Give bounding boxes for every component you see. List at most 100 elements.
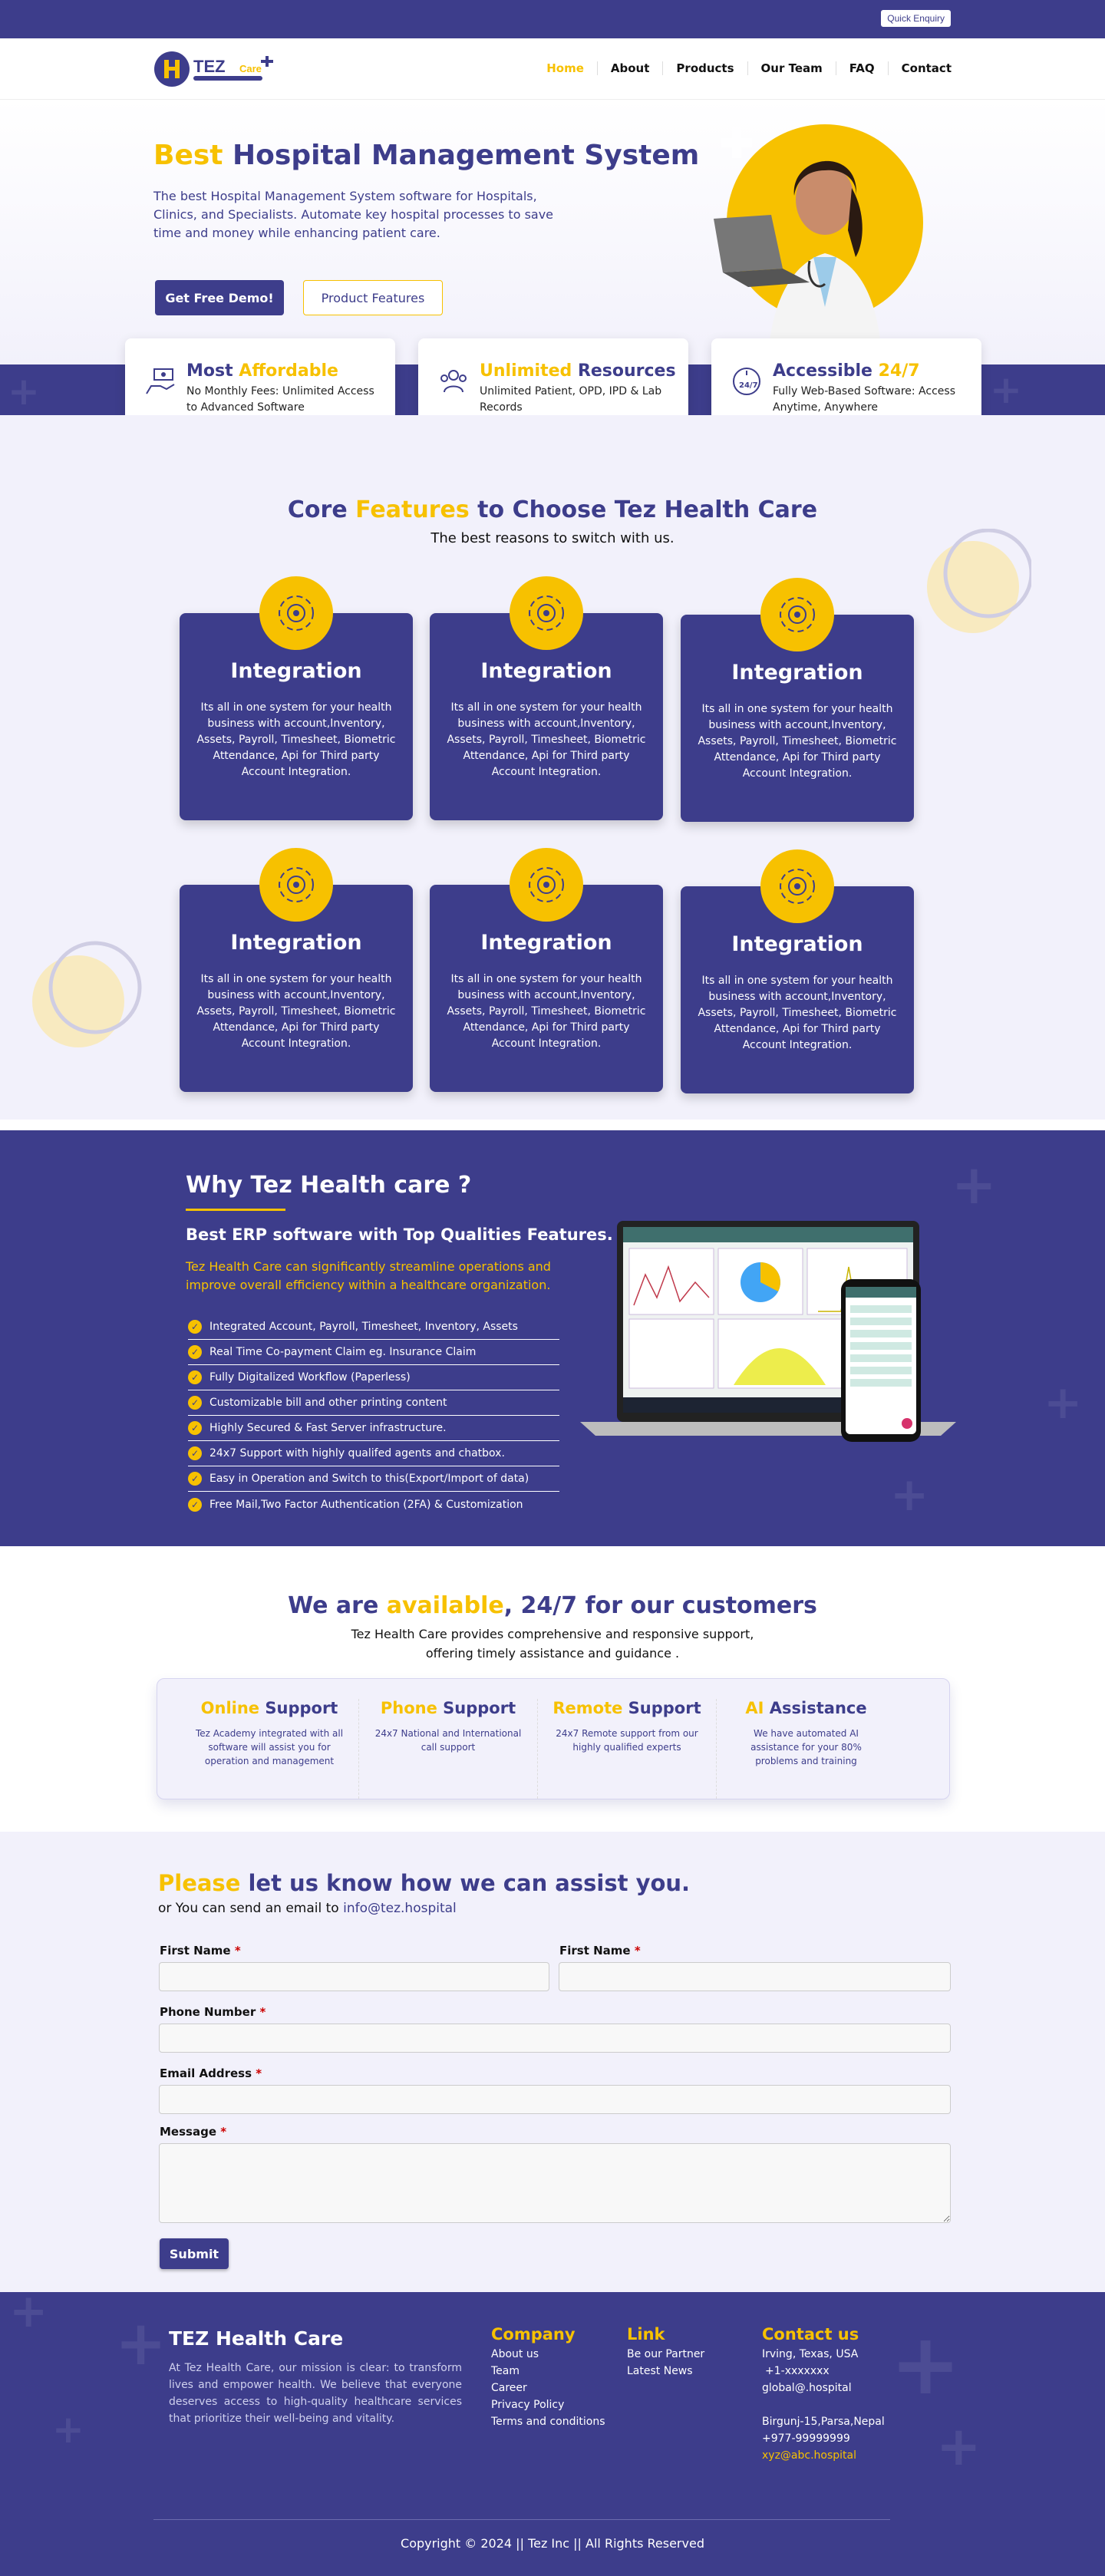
- plus-decoration: +: [9, 2292, 48, 2338]
- label-text: Message: [160, 2125, 216, 2139]
- feature-card-title: Integration: [230, 931, 362, 955]
- check-icon: ✓: [188, 1345, 202, 1359]
- highlight-desc: Unlimited Patient, OPD, IPD & Lab Record…: [480, 385, 662, 414]
- footer-link-news[interactable]: Latest News: [627, 2363, 704, 2380]
- support-phone: Phone Support 24x7 National and Internat…: [359, 1699, 538, 1799]
- footer-phone-usa[interactable]: +1-xxxxxxx: [762, 2363, 885, 2380]
- check-icon: ✓: [188, 1421, 202, 1435]
- required-mark: *: [634, 1944, 641, 1958]
- support-title-b: Assistance: [769, 1699, 867, 1717]
- phone-number-input[interactable]: [159, 2024, 951, 2053]
- plus-decoration: +: [52, 2407, 84, 2452]
- hero-title: Best Hospital Management System: [153, 140, 699, 171]
- core-title-a: Core: [287, 496, 348, 523]
- copyright-text: Copyright © 2024 || Tez Inc || All Right…: [401, 2536, 704, 2551]
- support-title-b: Support: [265, 1699, 338, 1717]
- tez-care-logo[interactable]: TEZ Care: [153, 49, 276, 89]
- list-item-text: 24x7 Support with highly qualifed agents…: [209, 1447, 505, 1460]
- footer-link-career[interactable]: Career: [491, 2380, 605, 2396]
- footer-phone-nepal[interactable]: +977-99999999: [762, 2430, 885, 2447]
- nav-faq[interactable]: FAQ: [836, 61, 889, 75]
- support-title-a: AI: [745, 1699, 764, 1717]
- contact-title: Please let us know how we can assist you…: [158, 1870, 690, 1896]
- submit-button[interactable]: Submit: [160, 2238, 229, 2269]
- feature-card-desc: Its all in one system for your health bu…: [698, 703, 897, 780]
- product-features-button[interactable]: Product Features: [303, 280, 443, 315]
- footer-address-usa: Irving, Texas, USA: [762, 2348, 859, 2360]
- hero-section: Best Hospital Management System The best…: [0, 100, 1105, 364]
- footer-link-about[interactable]: About us: [491, 2346, 605, 2363]
- check-icon: ✓: [188, 1370, 202, 1384]
- nav-our-team[interactable]: Our Team: [748, 61, 836, 75]
- footer-link-privacy[interactable]: Privacy Policy: [491, 2396, 605, 2413]
- highlight-desc: No Monthly Fees: Unlimited Access to Adv…: [186, 385, 374, 414]
- list-item-text: Free Mail,Two Factor Authentication (2FA…: [209, 1498, 523, 1511]
- get-free-demo-button[interactable]: Get Free Demo!: [155, 280, 284, 315]
- nav-products[interactable]: Products: [663, 61, 748, 75]
- availability-section: We are available, 24/7 for our customers…: [0, 1546, 1105, 1832]
- feature-card-desc: Its all in one system for your health bu…: [196, 973, 396, 1050]
- feature-card-title: Integration: [230, 659, 362, 683]
- quick-enquiry-button[interactable]: Quick Enquiry: [880, 9, 952, 28]
- plus-decoration: +: [1044, 1376, 1083, 1430]
- footer-link-column: Link Be our Partner Latest News: [627, 2326, 704, 2380]
- plus-decoration: +: [115, 2307, 167, 2379]
- list-item-text: Customizable bill and other printing con…: [209, 1397, 447, 1409]
- message-textarea[interactable]: [159, 2143, 951, 2223]
- footer-link-team[interactable]: Team: [491, 2363, 605, 2380]
- footer-spacer: [762, 2396, 885, 2413]
- footer-email-global[interactable]: global@.hospital: [762, 2380, 885, 2396]
- highlights-band: + + Most Affordable No Monthly Fees: Unl…: [0, 338, 1105, 438]
- footer-address-nepal: Birgunj-15,Parsa,Nepal: [762, 2416, 885, 2428]
- nav-about[interactable]: About: [598, 61, 664, 75]
- first-name-input[interactable]: [159, 1962, 549, 1991]
- footer-company-title: Company: [491, 2325, 576, 2343]
- hand-money-icon: [146, 368, 175, 394]
- label-text: First Name: [559, 1944, 631, 1958]
- integration-gear-icon: [760, 578, 834, 651]
- feature-card-desc: Its all in one system for your health bu…: [447, 701, 646, 778]
- feature-card: Integration Its all in one system for yo…: [681, 849, 914, 1093]
- integration-gear-icon: [760, 849, 834, 923]
- feature-card-title: Integration: [731, 932, 863, 956]
- footer-link-partner[interactable]: Be our Partner: [627, 2346, 704, 2363]
- check-icon: ✓: [188, 1396, 202, 1410]
- why-lead: Tez Health Care can significantly stream…: [186, 1259, 551, 1292]
- footer-link-terms[interactable]: Terms and conditions: [491, 2413, 605, 2430]
- why-feature-list: ✓ Integrated Account, Payroll, Timesheet,…: [188, 1314, 559, 1517]
- list-item-text: Highly Secured & Fast Server infrastruct…: [209, 1422, 447, 1434]
- avail-title-a: We are: [288, 1592, 379, 1619]
- main-nav: Home About Products Our Team FAQ Contact: [533, 61, 952, 75]
- plus-decoration: +: [952, 1153, 997, 1216]
- nav-contact[interactable]: Contact: [889, 61, 952, 75]
- contact-email-link[interactable]: info@tez.hospital: [343, 1901, 457, 1916]
- feature-card: Integration Its all in one system for yo…: [681, 578, 914, 822]
- contact-email-line: or You can send an email to info@tez.hos…: [158, 1901, 457, 1916]
- hero-description: The best Hospital Management System soft…: [153, 189, 554, 240]
- feature-card: Integration Its all in one system for yo…: [430, 576, 663, 820]
- core-title-b: Features: [355, 496, 470, 523]
- why-subtitle: Best ERP software with Top Qualities Fea…: [186, 1225, 613, 1244]
- email-address-input[interactable]: [159, 2085, 951, 2114]
- feature-card: Integration Its all in one system for yo…: [180, 848, 413, 1092]
- footer-email-nepal[interactable]: xyz@abc.hospital: [762, 2447, 885, 2464]
- list-item-text: Integrated Account, Payroll, Timesheet, …: [209, 1321, 518, 1333]
- avail-line-1: Tez Health Care provides comprehensive a…: [351, 1627, 754, 1641]
- svg-text:24/7: 24/7: [739, 381, 758, 390]
- nav-home[interactable]: Home: [533, 61, 598, 75]
- check-icon: ✓: [188, 1472, 202, 1486]
- title-underline: [186, 1209, 285, 1211]
- highlight-title-a: Most: [186, 361, 233, 381]
- first-name-input-2[interactable]: [559, 1962, 951, 1991]
- footer-contact-column: Contact us Irving, Texas, USA +1-xxxxxxx…: [762, 2326, 885, 2464]
- footer-company-column: Company About us Team Career Privacy Pol…: [491, 2326, 605, 2430]
- support-title-b: Support: [628, 1699, 701, 1717]
- avail-title-c: , 24/7 for our customers: [503, 1592, 817, 1619]
- footer-description: At Tez Health Care, our mission is clear…: [169, 2362, 462, 2425]
- contact-title-b: let us know how we can assist you.: [248, 1870, 691, 1896]
- highlight-title: Most Affordable: [186, 361, 395, 381]
- list-item-text: Real Time Co-payment Claim eg. Insurance…: [209, 1346, 477, 1358]
- support-title: Remote Support: [538, 1699, 716, 1717]
- highlight-title-a: Unlimited: [480, 361, 572, 381]
- logo-text: TEZ: [193, 57, 226, 76]
